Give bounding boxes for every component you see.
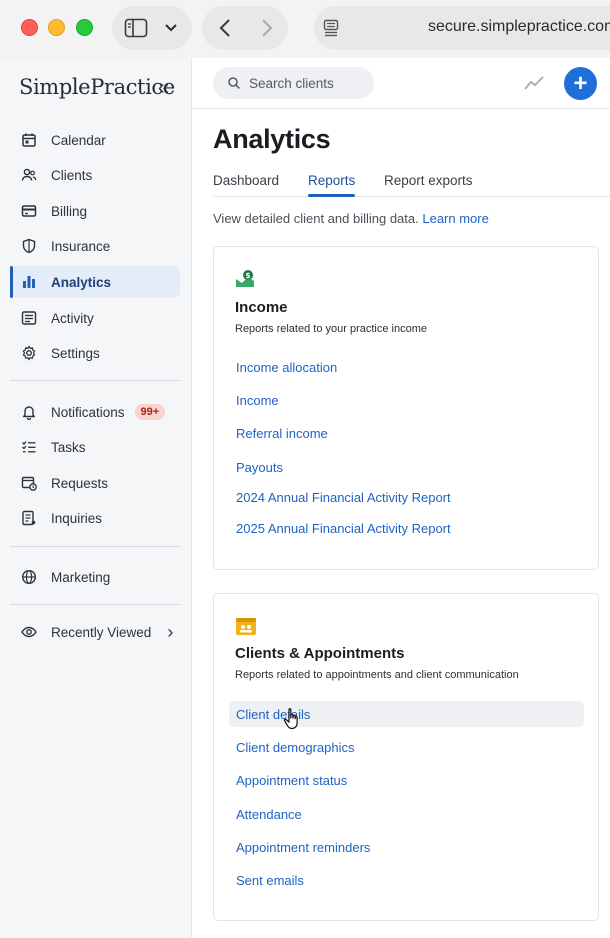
shield-icon bbox=[20, 237, 38, 255]
forward-icon[interactable] bbox=[257, 17, 277, 39]
intro-text: View detailed client and billing data. L… bbox=[213, 211, 489, 226]
card-description: Reports related to your practice income bbox=[235, 323, 427, 335]
report-link-client-demographics[interactable]: Client demographics bbox=[229, 734, 584, 760]
report-link-2024-annual-financial[interactable]: 2024 Annual Financial Activity Report bbox=[229, 484, 584, 510]
report-link-sent-emails[interactable]: Sent emails bbox=[229, 867, 584, 893]
sidebar-item-calendar[interactable]: Calendar bbox=[10, 124, 180, 156]
sidebar-item-label: Requests bbox=[51, 475, 109, 491]
sidebar-toggle-icon[interactable] bbox=[124, 17, 148, 39]
credit-card-icon bbox=[20, 202, 38, 220]
eye-icon bbox=[20, 623, 38, 641]
app-topbar: Search clients + bbox=[192, 58, 610, 109]
sidebar: SimplePractice « Calendar Clients Billin… bbox=[0, 58, 192, 938]
sidebar-item-label: Analytics bbox=[51, 274, 112, 290]
report-link-income[interactable]: Income bbox=[229, 387, 584, 413]
brand-logo[interactable]: SimplePractice bbox=[19, 75, 175, 99]
sidebar-divider bbox=[10, 380, 181, 381]
bell-icon bbox=[20, 403, 38, 421]
report-link-referral-income[interactable]: Referral income bbox=[229, 420, 584, 446]
gear-icon bbox=[20, 344, 38, 362]
card-title: Income bbox=[235, 299, 288, 316]
clients-appointments-report-card: Clients & Appointments Reports related t… bbox=[213, 593, 599, 921]
sidebar-item-analytics[interactable]: Analytics bbox=[10, 266, 180, 298]
search-input[interactable]: Search clients bbox=[213, 67, 374, 99]
sidebar-item-tasks[interactable]: Tasks bbox=[10, 431, 180, 463]
analytics-tabs: Dashboard Reports Report exports bbox=[213, 173, 610, 197]
calendar-people-icon bbox=[235, 616, 257, 641]
sidebar-item-label: Activity bbox=[51, 310, 94, 326]
checklist-icon bbox=[20, 438, 38, 456]
sidebar-item-insurance[interactable]: Insurance bbox=[10, 230, 180, 262]
sidebar-item-label: Marketing bbox=[51, 569, 111, 585]
sidebar-item-label: Recently Viewed bbox=[51, 624, 152, 640]
sidebar-item-inquiries[interactable]: Inquiries bbox=[10, 502, 180, 534]
tab-reports[interactable]: Reports bbox=[308, 173, 356, 197]
intro-description: View detailed client and billing data. bbox=[213, 211, 419, 226]
add-new-button[interactable]: + bbox=[564, 67, 597, 100]
search-icon bbox=[227, 76, 241, 90]
chevron-down-icon[interactable] bbox=[163, 19, 179, 37]
report-link-appointment-reminders[interactable]: Appointment reminders bbox=[229, 834, 584, 860]
svg-text:$: $ bbox=[245, 271, 250, 280]
sidebar-item-settings[interactable]: Settings bbox=[10, 337, 180, 369]
trend-line-icon[interactable] bbox=[524, 75, 544, 96]
income-money-icon: $ bbox=[235, 269, 255, 294]
sidebar-divider bbox=[10, 604, 181, 605]
url-text[interactable]: secure.simplepractice.com bbox=[428, 18, 610, 36]
globe-icon bbox=[20, 568, 38, 586]
notification-count-badge: 99+ bbox=[134, 404, 166, 420]
sidebar-item-label: Calendar bbox=[51, 132, 106, 148]
card-description: Reports related to appointments and clie… bbox=[235, 669, 519, 681]
learn-more-link[interactable]: Learn more bbox=[422, 211, 488, 226]
tab-report-exports[interactable]: Report exports bbox=[384, 173, 473, 188]
report-link-payouts[interactable]: Payouts bbox=[229, 454, 584, 480]
sidebar-item-activity[interactable]: Activity bbox=[10, 302, 180, 334]
page-title: Analytics bbox=[213, 124, 331, 154]
sidebar-item-label: Settings bbox=[51, 345, 100, 361]
hand-pointer-cursor-icon bbox=[283, 707, 303, 736]
back-icon[interactable] bbox=[215, 17, 235, 39]
site-settings-icon[interactable] bbox=[322, 18, 340, 38]
calendar-clock-icon bbox=[20, 474, 38, 492]
sidebar-item-notifications[interactable]: Notifications 99+ bbox=[10, 396, 180, 428]
sidebar-item-label: Clients bbox=[51, 167, 93, 183]
sidebar-item-label: Notifications bbox=[51, 404, 125, 420]
sidebar-item-clients[interactable]: Clients bbox=[10, 159, 180, 191]
list-icon bbox=[20, 309, 38, 327]
sidebar-item-label: Insurance bbox=[51, 238, 111, 254]
double-chevron-left-icon[interactable]: « bbox=[158, 78, 169, 98]
users-icon bbox=[20, 166, 38, 184]
sidebar-item-label: Inquiries bbox=[51, 510, 103, 526]
income-report-card: $ Income Reports related to your practic… bbox=[213, 246, 599, 570]
zoom-window-button[interactable] bbox=[76, 19, 93, 36]
bar-chart-icon bbox=[20, 273, 38, 291]
sidebar-divider bbox=[10, 546, 181, 547]
sidebar-item-label: Billing bbox=[51, 203, 88, 219]
report-link-attendance[interactable]: Attendance bbox=[229, 801, 584, 827]
chevron-right-icon[interactable]: › bbox=[167, 622, 173, 643]
tab-dashboard[interactable]: Dashboard bbox=[213, 173, 279, 188]
sidebar-item-recently-viewed[interactable]: Recently Viewed › bbox=[10, 616, 180, 648]
sidebar-item-requests[interactable]: Requests bbox=[10, 467, 180, 499]
sidebar-item-label: Tasks bbox=[51, 439, 86, 455]
close-window-button[interactable] bbox=[21, 19, 38, 36]
report-link-income-allocation[interactable]: Income allocation bbox=[229, 354, 584, 380]
sidebar-item-billing[interactable]: Billing bbox=[10, 195, 180, 227]
report-link-2025-annual-financial[interactable]: 2025 Annual Financial Activity Report bbox=[229, 515, 584, 541]
inbox-icon bbox=[20, 509, 38, 527]
minimize-window-button[interactable] bbox=[48, 19, 65, 36]
sidebar-item-marketing[interactable]: Marketing bbox=[10, 561, 180, 593]
report-link-appointment-status[interactable]: Appointment status bbox=[229, 767, 584, 793]
calendar-icon bbox=[20, 131, 38, 149]
browser-toolbar: secure.simplepractice.com bbox=[0, 0, 610, 58]
card-title: Clients & Appointments bbox=[235, 645, 405, 662]
search-placeholder: Search clients bbox=[249, 75, 334, 91]
